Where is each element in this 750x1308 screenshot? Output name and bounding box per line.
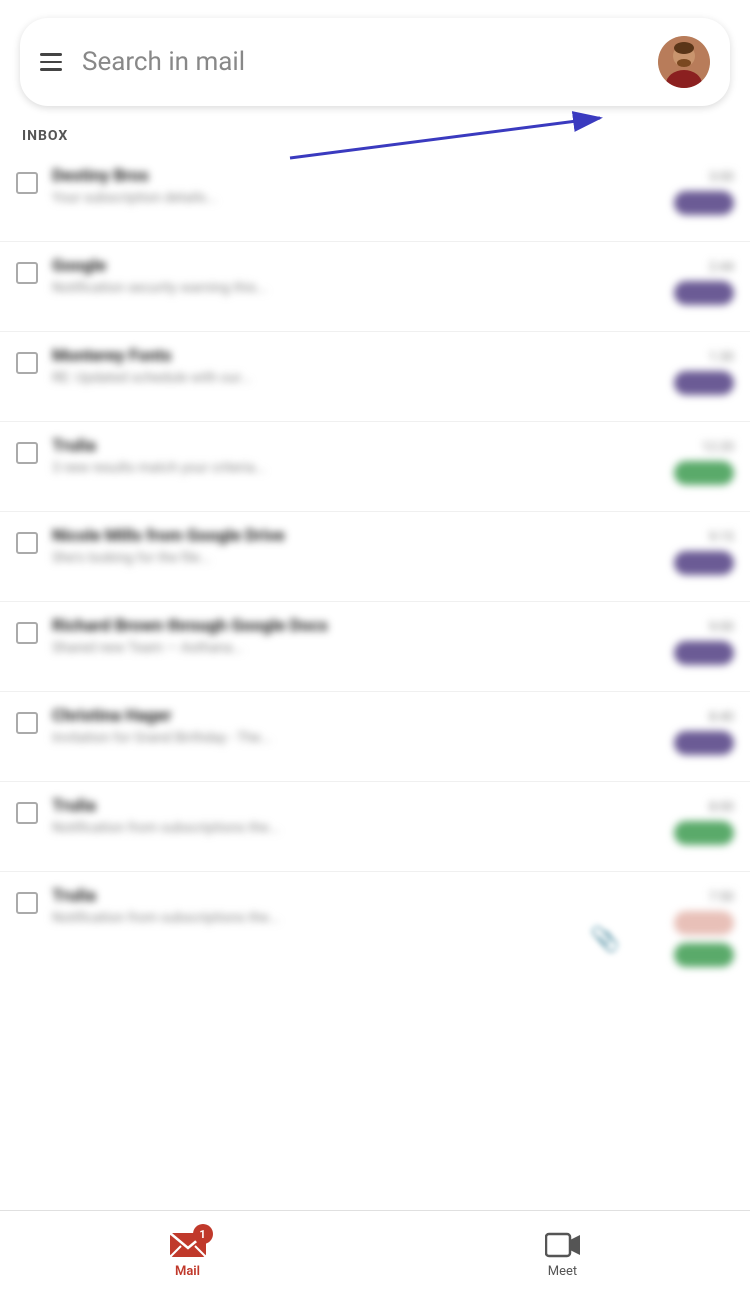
email-item-4[interactable]: Trulia 3 new results match your criteria… — [0, 422, 750, 512]
meet-nav-label: Meet — [548, 1264, 577, 1279]
checkbox-8[interactable] — [16, 802, 38, 824]
email-item-1[interactable]: Destiny Bros Your subscription details..… — [0, 152, 750, 242]
checkbox-9[interactable] — [16, 892, 38, 914]
mail-icon-wrapper: 1 — [169, 1230, 207, 1260]
email-item-6[interactable]: Richard Brown through Google Docs Shared… — [0, 602, 750, 692]
search-bar[interactable]: Search in mail — [20, 18, 730, 106]
email-item-5[interactable]: Nicole Mills from Google Drive She's loo… — [0, 512, 750, 602]
email-content-7: Christina Hager Invitation for Grand Bir… — [52, 706, 664, 746]
email-content-3: Monterey Fonts RE: Updated schedule with… — [52, 346, 664, 386]
email-item-2[interactable]: Google Notification security warning thi… — [0, 242, 750, 332]
checkbox-3[interactable] — [16, 352, 38, 374]
email-content-5: Nicole Mills from Google Drive She's loo… — [52, 526, 664, 566]
email-meta-5: 9:15 — [674, 530, 734, 575]
checkbox-7[interactable] — [16, 712, 38, 734]
menu-icon[interactable] — [40, 53, 62, 71]
checkbox-4[interactable] — [16, 442, 38, 464]
email-content-1: Destiny Bros Your subscription details..… — [52, 166, 664, 206]
meet-icon — [545, 1230, 581, 1260]
meet-icon-wrapper — [545, 1230, 581, 1260]
email-meta-6: 9:00 — [674, 620, 734, 665]
checkbox-2[interactable] — [16, 262, 38, 284]
nav-meet[interactable]: Meet — [375, 1222, 750, 1279]
email-meta-2: 2:44 — [674, 260, 734, 305]
email-item-7[interactable]: Christina Hager Invitation for Grand Bir… — [0, 692, 750, 782]
email-content-4: Trulia 3 new results match your criteria… — [52, 436, 664, 476]
email-item-8[interactable]: Trulia Notification from subscriptions t… — [0, 782, 750, 872]
attachment-icon: 📎 — [590, 925, 620, 953]
email-content-8: Trulia Notification from subscriptions t… — [52, 796, 664, 836]
search-placeholder[interactable]: Search in mail — [82, 47, 658, 77]
email-content-9: Trulia Notification from subscriptions t… — [52, 886, 664, 926]
mail-badge-count: 1 — [193, 1224, 213, 1244]
email-content-6: Richard Brown through Google Docs Shared… — [52, 616, 664, 656]
email-meta-3: 1:30 — [674, 350, 734, 395]
user-avatar[interactable] — [658, 36, 710, 88]
email-content-2: Google Notification security warning thi… — [52, 256, 664, 296]
email-item-3[interactable]: Monterey Fonts RE: Updated schedule with… — [0, 332, 750, 422]
email-list: Destiny Bros Your subscription details..… — [0, 152, 750, 981]
email-meta-4: 12:20 — [674, 440, 734, 485]
email-item-9[interactable]: Trulia Notification from subscriptions t… — [0, 872, 750, 981]
checkbox-5[interactable] — [16, 532, 38, 554]
inbox-label: INBOX — [0, 116, 750, 152]
email-meta-9: 7:50 — [674, 890, 734, 967]
email-meta-1: 3:00 — [674, 170, 734, 215]
nav-mail[interactable]: 1 Mail — [0, 1222, 375, 1279]
checkbox-6[interactable] — [16, 622, 38, 644]
mail-nav-label: Mail — [175, 1264, 200, 1279]
checkbox-1[interactable] — [16, 172, 38, 194]
email-meta-8: 8:00 — [674, 800, 734, 845]
bottom-navigation: 1 Mail Meet — [0, 1210, 750, 1290]
email-meta-7: 8:40 — [674, 710, 734, 755]
